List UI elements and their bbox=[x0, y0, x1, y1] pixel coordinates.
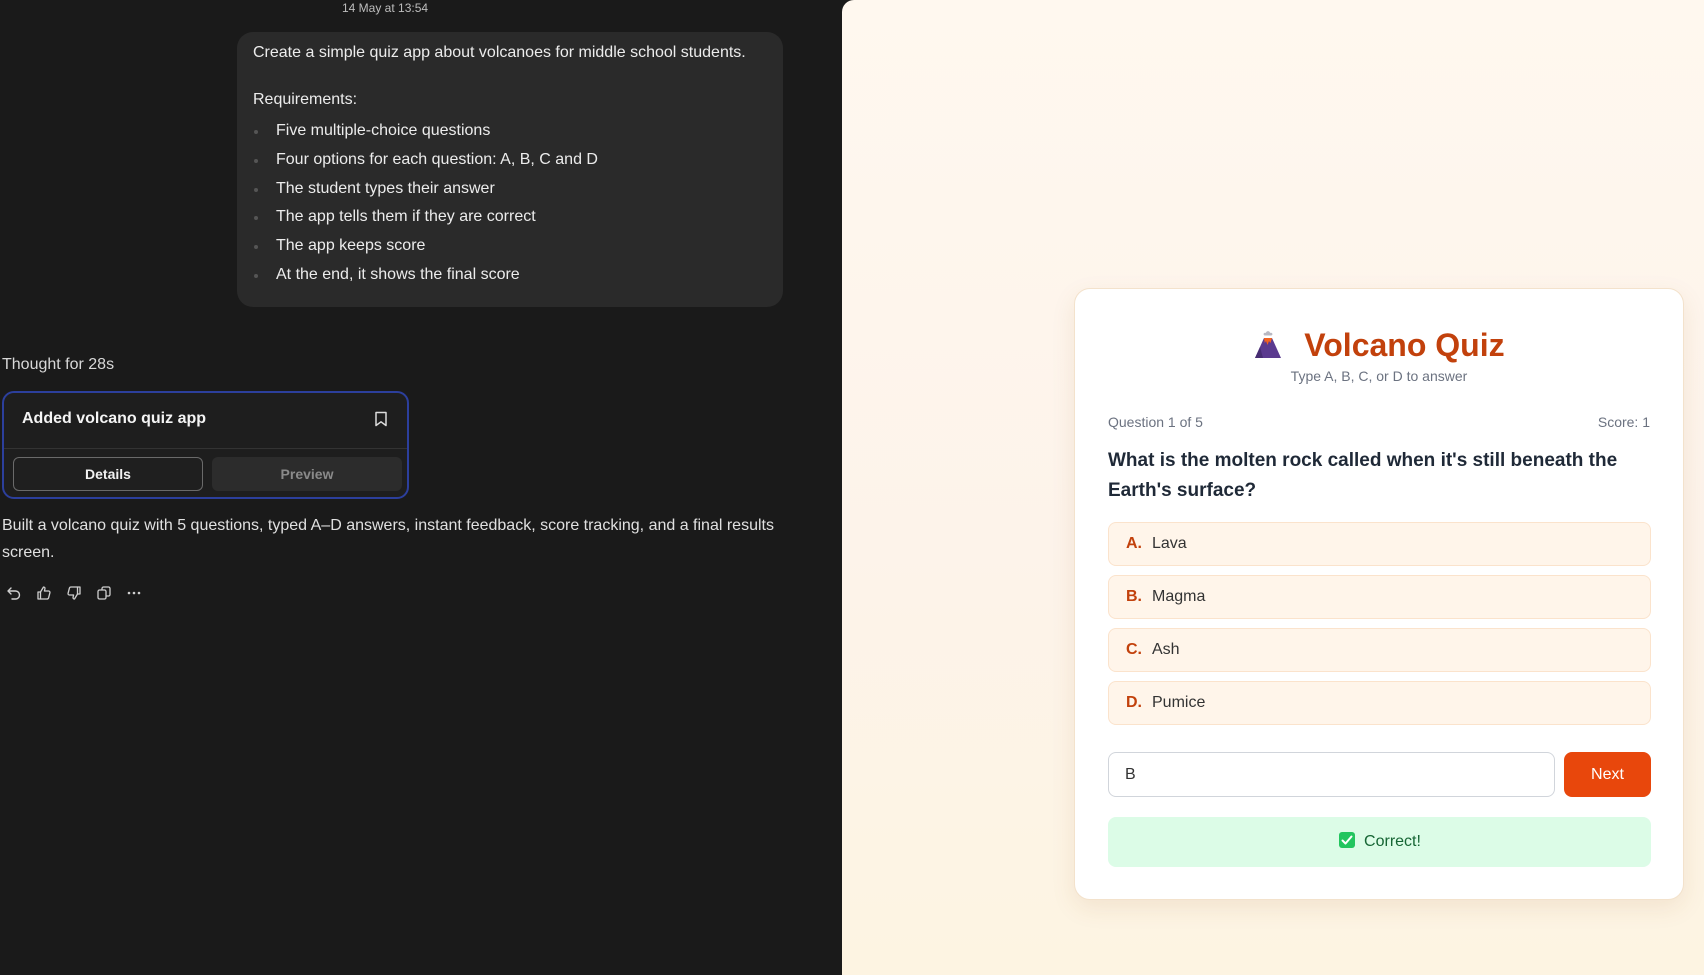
message-timestamp: 14 May at 13:54 bbox=[342, 1, 429, 15]
list-item: The student types their answer bbox=[253, 179, 767, 199]
option-text: Pumice bbox=[1152, 694, 1206, 711]
thought-duration[interactable]: Thought for 28s bbox=[2, 356, 114, 374]
list-item: The app keeps score bbox=[253, 236, 767, 256]
quiz-title-text: Volcano Quiz bbox=[1304, 327, 1505, 363]
score-display: Score: 1 bbox=[1597, 414, 1650, 430]
list-item: The app tells them if they are correct bbox=[253, 207, 767, 227]
list-item: Four options for each question: A, B, C … bbox=[253, 150, 767, 170]
thumbs-down-icon[interactable] bbox=[66, 583, 96, 603]
quiz-title: Volcano Quiz bbox=[1075, 327, 1683, 364]
details-button[interactable]: Details bbox=[13, 457, 203, 491]
question-text: What is the molten rock called when it's… bbox=[1108, 450, 1618, 501]
option-d: D. Pumice bbox=[1108, 681, 1651, 725]
volcano-icon bbox=[1253, 327, 1304, 363]
feedback-banner: Correct! bbox=[1108, 817, 1651, 867]
option-text: Lava bbox=[1152, 535, 1187, 552]
option-c: C. Ash bbox=[1108, 628, 1651, 672]
option-letter: A. bbox=[1126, 535, 1142, 552]
artifact-card[interactable]: Added volcano quiz app Details Preview bbox=[2, 391, 409, 499]
feedback-text: Correct! bbox=[1364, 833, 1421, 850]
option-text: Ash bbox=[1152, 641, 1180, 658]
message-actions bbox=[6, 583, 156, 603]
user-message-line: Requirements: bbox=[253, 91, 358, 108]
option-b: B. Magma bbox=[1108, 575, 1651, 619]
answer-input[interactable] bbox=[1108, 752, 1555, 797]
divider bbox=[4, 448, 407, 449]
option-letter: B. bbox=[1126, 588, 1142, 605]
thumbs-up-icon[interactable] bbox=[36, 583, 66, 603]
user-message-line: Create a simple quiz app about volcanoes… bbox=[253, 44, 746, 61]
artifact-title: Added volcano quiz app bbox=[22, 410, 207, 427]
more-icon[interactable] bbox=[126, 583, 156, 603]
quiz-card: Volcano Quiz Type A, B, C, or D to answe… bbox=[1074, 288, 1684, 900]
preview-button[interactable]: Preview bbox=[212, 457, 402, 491]
question-progress: Question 1 of 5 bbox=[1108, 414, 1203, 430]
assistant-summary: Built a volcano quiz with 5 questions, t… bbox=[2, 517, 774, 561]
list-item: Five multiple-choice questions bbox=[253, 121, 767, 141]
undo-icon[interactable] bbox=[6, 583, 36, 603]
option-a: A. Lava bbox=[1108, 522, 1651, 566]
quiz-subtitle: Type A, B, C, or D to answer bbox=[1290, 368, 1468, 384]
copy-icon[interactable] bbox=[96, 583, 126, 603]
list-item: At the end, it shows the final score bbox=[253, 265, 767, 285]
check-icon bbox=[1338, 831, 1364, 854]
chat-panel: 14 May at 13:54 Create a simple quiz app… bbox=[0, 0, 842, 975]
preview-panel: Volcano Quiz Type A, B, C, or D to answe… bbox=[842, 0, 1704, 975]
user-message: Create a simple quiz app about volcanoes… bbox=[237, 32, 783, 307]
bookmark-icon[interactable] bbox=[374, 411, 390, 429]
option-text: Magma bbox=[1152, 588, 1206, 605]
requirements-list: Five multiple-choice questions Four opti… bbox=[253, 121, 767, 285]
options-list: A. Lava B. Magma C. Ash D. Pumice bbox=[1108, 522, 1651, 734]
option-letter: C. bbox=[1126, 641, 1142, 658]
option-letter: D. bbox=[1126, 694, 1142, 711]
next-button[interactable]: Next bbox=[1564, 752, 1651, 797]
